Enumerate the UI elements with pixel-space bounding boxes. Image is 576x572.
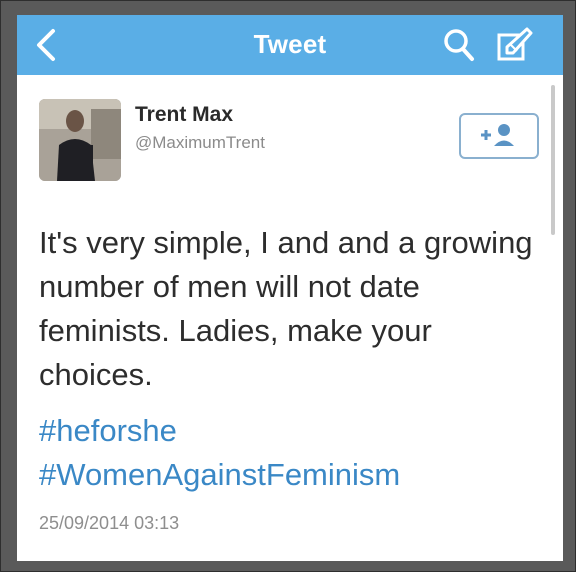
tweet-text: It's very simple, I and and a growing nu… [39,225,533,392]
tweet-screen: Tweet Trent Max @MaximumTrent It's very … [17,15,563,561]
avatar-photo-icon [39,99,121,181]
page-title: Tweet [253,29,327,59]
display-name[interactable]: Trent Max [135,103,233,127]
add-user-icon [481,124,514,146]
compose-button[interactable] [493,23,537,67]
search-button[interactable] [441,25,477,65]
hashtag-link[interactable]: #WomenAgainstFeminism [39,457,400,493]
tweet-timestamp: 25/09/2014 03:13 [39,513,180,533]
top-navbar: Tweet [17,15,563,75]
search-icon [444,29,474,61]
scrollbar[interactable] [551,85,555,235]
compose-icon [497,27,533,61]
follow-button[interactable] [459,113,539,159]
tweet-detail: Trent Max @MaximumTrent It's very simple… [17,75,563,561]
user-handle[interactable]: @MaximumTrent [135,133,265,153]
hashtag-link[interactable]: #heforshe [39,413,177,449]
screenshot-frame: Tweet Trent Max @MaximumTrent It's very … [0,0,576,572]
avatar[interactable] [39,99,121,181]
